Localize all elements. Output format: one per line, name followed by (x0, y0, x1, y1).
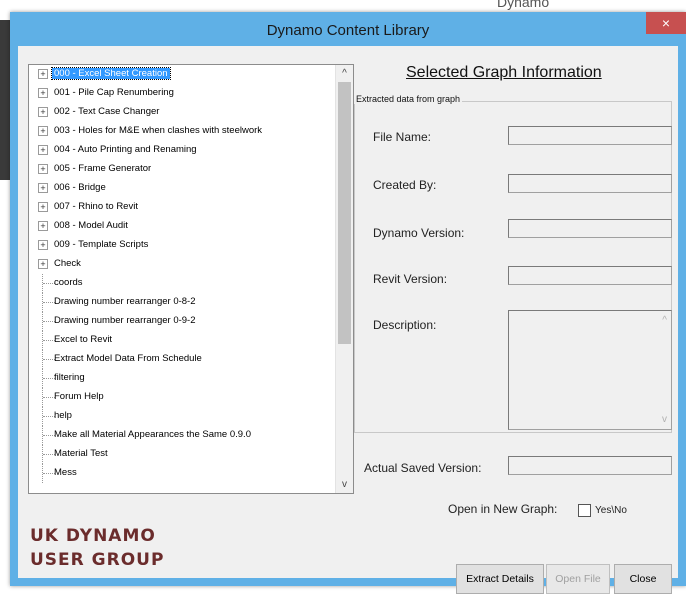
expand-plus-icon[interactable]: + (38, 202, 48, 212)
window-title: Dynamo Content Library (266, 22, 430, 39)
actual-saved-version-field (508, 456, 672, 475)
actual-saved-version-label: Actual Saved Version: (364, 461, 482, 475)
tree-item-label: Mess (54, 467, 77, 478)
tree-item-label: 000 - Excel Sheet Creation (51, 67, 171, 80)
expand-plus-icon[interactable]: + (38, 107, 48, 117)
tree-item-label: 001 - Pile Cap Renumbering (54, 87, 174, 98)
revit-version-field (508, 266, 672, 285)
tree-item-label: 005 - Frame Generator (54, 163, 152, 174)
dialog-client-area: +000 - Excel Sheet Creation +001 - Pile C… (18, 46, 678, 594)
expand-plus-icon[interactable]: + (38, 221, 48, 231)
description-field: ^ v (508, 310, 672, 430)
tree-item-label: filtering (54, 372, 85, 383)
tree-item-label: 008 - Model Audit (54, 220, 128, 231)
description-scroll-down-icon: v (662, 414, 667, 425)
tree-item-label: Make all Material Appearances the Same 0… (54, 429, 251, 440)
tree-scrollbar[interactable]: ^ v (335, 65, 353, 493)
tree-item[interactable]: Make all Material Appearances the Same 0… (29, 426, 335, 445)
logo-line-2: USER GROUP (30, 550, 165, 570)
content-library-dialog: Dynamo Content Library × +000 - Excel Sh… (10, 12, 686, 594)
expand-plus-icon[interactable]: + (38, 88, 48, 98)
description-label: Description: (373, 318, 437, 332)
uk-dynamo-user-group-logo: UK DYNAMO USER GROUP (30, 524, 164, 572)
tree-item[interactable]: Extract Model Data From Schedule (29, 350, 335, 369)
title-bar[interactable]: Dynamo Content Library × (10, 12, 686, 46)
tree-item-label: 009 - Template Scripts (54, 239, 149, 250)
tree-item[interactable]: Material Test (29, 445, 335, 464)
tree-item[interactable]: +002 - Text Case Changer (29, 103, 335, 122)
tree-item[interactable]: +007 - Rhino to Revit (29, 198, 335, 217)
tree-item-label: 007 - Rhino to Revit (54, 201, 138, 212)
graph-tree-list: +000 - Excel Sheet Creation +001 - Pile C… (29, 65, 335, 483)
close-window-button[interactable]: × (646, 12, 686, 34)
tree-item[interactable]: +004 - Auto Printing and Renaming (29, 141, 335, 160)
tree-item[interactable]: Mess (29, 464, 335, 483)
expand-plus-icon[interactable]: + (38, 69, 48, 79)
expand-plus-icon[interactable]: + (38, 145, 48, 155)
tree-item-label: Drawing number rearranger 0-9-2 (54, 315, 196, 326)
logo-line-1: UK DYNAMO (30, 526, 156, 546)
open-in-new-graph-checkbox[interactable] (578, 504, 591, 517)
background-window-title: Dynamo (497, 0, 550, 10)
created-by-label: Created By: (373, 178, 437, 192)
dynamo-version-field (508, 219, 672, 238)
file-name-label: File Name: (373, 130, 432, 144)
tree-item[interactable]: Drawing number rearranger 0-9-2 (29, 312, 335, 331)
tree-item-label: 006 - Bridge (54, 182, 106, 193)
tree-item[interactable]: + Check (29, 255, 335, 274)
expand-plus-icon[interactable]: + (38, 164, 48, 174)
tree-item[interactable]: +001 - Pile Cap Renumbering (29, 84, 335, 103)
tree-item-label: Excel to Revit (54, 334, 113, 345)
tree-item[interactable]: Excel to Revit (29, 331, 335, 350)
tree-item[interactable]: +000 - Excel Sheet Creation (29, 65, 335, 84)
open-file-button[interactable]: Open File (546, 564, 610, 594)
extracted-data-legend: Extracted data from graph (354, 94, 463, 104)
file-name-field (508, 126, 672, 145)
expand-plus-icon[interactable]: + (38, 126, 48, 136)
selected-graph-heading: Selected Graph Information (406, 64, 602, 81)
close-button[interactable]: Close (614, 564, 672, 594)
tree-item[interactable]: +006 - Bridge (29, 179, 335, 198)
tree-item-label: coords (54, 277, 83, 288)
tree-item[interactable]: coords (29, 274, 335, 293)
tree-item[interactable]: Forum Help (29, 388, 335, 407)
revit-version-label: Revit Version: (373, 272, 448, 286)
expand-plus-icon[interactable]: + (38, 183, 48, 193)
tree-item-label: help (54, 410, 72, 421)
tree-item[interactable]: Drawing number rearranger 0-8-2 (29, 293, 335, 312)
description-scroll-up-icon: ^ (662, 315, 667, 326)
tree-item-label: Extract Model Data From Schedule (54, 353, 202, 364)
expand-plus-icon[interactable]: + (38, 259, 48, 269)
tree-item-label: 002 - Text Case Changer (54, 106, 160, 117)
graph-tree-view[interactable]: +000 - Excel Sheet Creation +001 - Pile C… (28, 64, 354, 494)
created-by-field (508, 174, 672, 193)
tree-item[interactable]: +008 - Model Audit (29, 217, 335, 236)
tree-item[interactable]: +003 - Holes for M&E when clashes with s… (29, 122, 335, 141)
tree-item-label: Material Test (54, 448, 108, 459)
extract-details-button[interactable]: Extract Details (456, 564, 544, 594)
tree-item-label: Check (54, 258, 81, 269)
tree-item[interactable]: filtering (29, 369, 335, 388)
tree-item-label: Forum Help (54, 391, 104, 402)
dynamo-version-label: Dynamo Version: (373, 226, 465, 240)
open-in-new-graph-checkbox-label[interactable]: Yes\No (595, 505, 627, 516)
expand-plus-icon[interactable]: + (38, 240, 48, 250)
scroll-up-icon[interactable]: ^ (336, 65, 353, 82)
tree-item-label: 004 - Auto Printing and Renaming (54, 144, 197, 155)
tree-item[interactable]: help (29, 407, 335, 426)
tree-item-label: Drawing number rearranger 0-8-2 (54, 296, 196, 307)
scroll-down-icon[interactable]: v (336, 476, 353, 493)
tree-item-label: 003 - Holes for M&E when clashes with st… (54, 125, 263, 136)
scroll-thumb[interactable] (338, 82, 351, 344)
tree-item[interactable]: +005 - Frame Generator (29, 160, 335, 179)
open-in-new-graph-label: Open in New Graph: (448, 502, 558, 516)
tree-item[interactable]: +009 - Template Scripts (29, 236, 335, 255)
